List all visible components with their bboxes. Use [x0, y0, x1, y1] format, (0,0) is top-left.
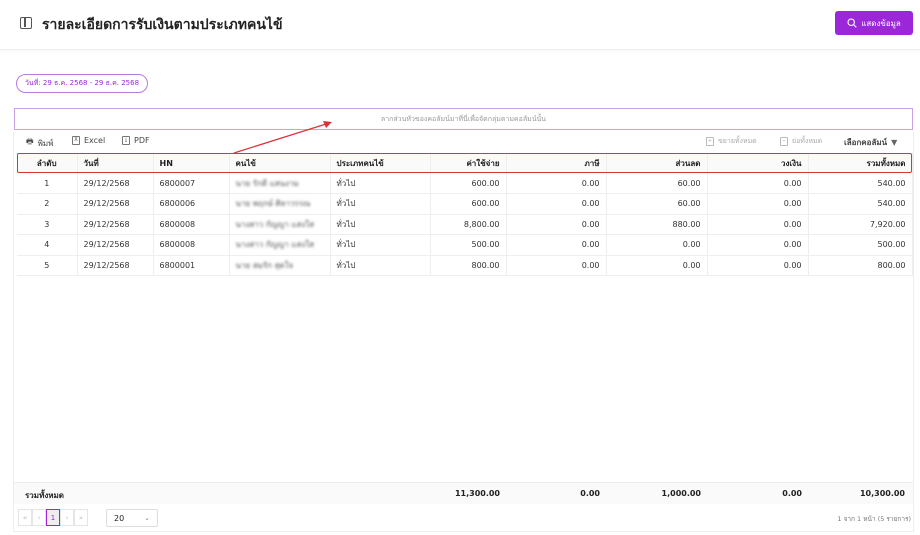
totals-label: รวมทั้งหมด — [25, 491, 64, 500]
page-size-value: 20 — [114, 513, 125, 523]
total-expense: 11,300.00 — [454, 489, 500, 498]
total-credit: 0.00 — [782, 489, 802, 498]
total-discount: 1,000.00 — [661, 489, 701, 498]
annotation-arrow — [233, 121, 332, 154]
totals-row: รวมทั้งหมด 11,300.00 0.00 1,000.00 0.00 … — [14, 482, 913, 504]
last-page-button[interactable]: » — [74, 509, 88, 526]
next-page-button[interactable]: › — [60, 509, 74, 526]
chevron-down-icon: ⌄ — [144, 514, 150, 522]
first-page-button[interactable]: « — [18, 509, 32, 526]
grand-total: 10,300.00 — [859, 489, 905, 498]
page-size-select[interactable]: 20 ⌄ — [106, 509, 158, 527]
prev-page-button[interactable]: ‹ — [32, 509, 46, 526]
total-tax: 0.00 — [580, 489, 600, 498]
page-button[interactable]: 1 — [46, 509, 60, 526]
pagination: « ‹ 1 › » — [18, 509, 88, 526]
pagination-info: 1 จาก 1 หน้า (5 รายการ) — [837, 515, 911, 523]
